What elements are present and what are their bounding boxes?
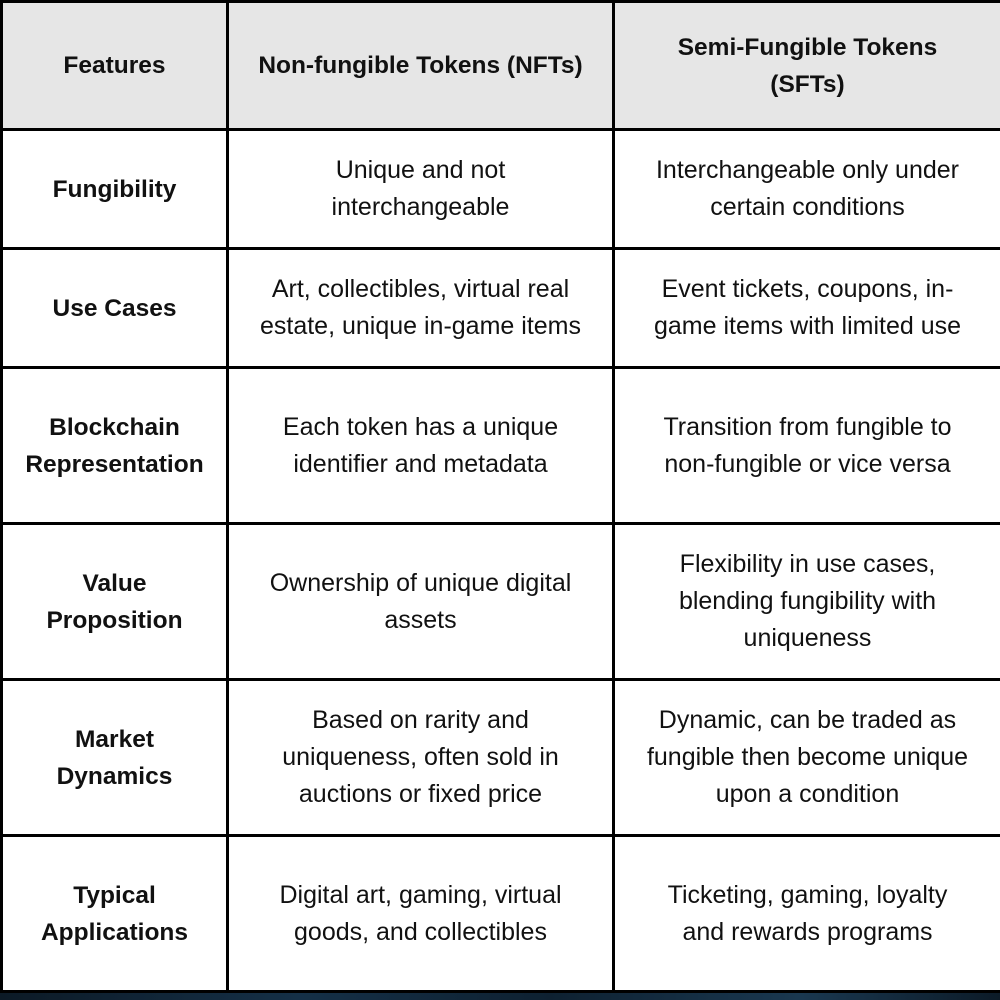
cell-text-line: Fungibility	[52, 175, 177, 203]
table-row-fungibility: Fungibility Unique and not interchangeabl…	[0, 128, 1000, 250]
sft-cell: Event tickets, coupons, in-game items wi…	[612, 247, 1000, 369]
header-nfts: Non-fungible Tokens (NFTs)	[226, 0, 615, 131]
cell-text-line: Ownership of unique digital	[269, 568, 572, 597]
feature-cell: Use Cases	[0, 247, 229, 369]
feature-cell: Typical Applications	[0, 834, 229, 993]
comparison-table-container: Features Non-fungible Tokens (NFTs) Semi…	[0, 0, 1000, 993]
table-row-typical-applications: Typical Applications Digital art, gaming,…	[0, 834, 1000, 993]
cell-text-line: uniqueness, often sold in	[282, 743, 559, 771]
cell-text-line: Ticketing, gaming, loyalty	[667, 880, 948, 909]
nft-cell: Unique and not interchangeable	[226, 128, 615, 250]
cell-text-line: Unique and not	[335, 156, 506, 184]
cell-text-line: Dynamic, can be traded as	[658, 706, 957, 734]
sft-cell: Transition from fungible to non-fungible …	[612, 366, 1000, 525]
cell-text-line: Non-fungible Tokens (NFTs)	[258, 52, 583, 79]
nft-cell: Digital art, gaming, virtual goods, and c…	[226, 834, 615, 993]
cell-text-line: Transition from fungible to	[663, 412, 952, 441]
cell-text-line: Applications	[40, 918, 188, 946]
sft-cell: Interchangeable only under certain condit…	[612, 128, 1000, 250]
header-features: Features	[0, 0, 229, 131]
cell-text-line: and rewards programs	[682, 917, 933, 946]
cell-text-line: upon a condition	[715, 780, 900, 808]
cell-text-line: Based on rarity and	[312, 706, 529, 734]
cell-text-line: identifier and metadata	[293, 449, 548, 478]
cell-text-line: Event tickets, coupons, in-	[661, 275, 954, 303]
cell-text-line: Dynamics	[56, 762, 173, 790]
cell-text-line: Art, collectibles, virtual real	[271, 275, 570, 303]
cell-text-line: auctions or fixed price	[298, 780, 543, 808]
cell-text-line: Market	[75, 725, 154, 753]
cell-text-line: estate, unique in-game items	[259, 312, 581, 340]
cell-text-line: Proposition	[46, 606, 183, 634]
cell-text-line: Blockchain	[49, 413, 180, 441]
cell-text-line: fungible then become unique	[646, 743, 969, 771]
feature-cell: Blockchain Representation	[0, 366, 229, 525]
feature-cell: Market Dynamics	[0, 678, 229, 837]
cell-text-line: uniqueness	[743, 624, 872, 652]
sft-cell: Dynamic, can be traded as fungible then b…	[612, 678, 1000, 837]
table-row-use-cases: Use Cases Art, collectibles, virtual rea…	[0, 247, 1000, 369]
cell-text-line: non-fungible or vice versa	[664, 449, 951, 478]
cell-text-line: goods, and collectibles	[294, 917, 547, 946]
table-row-value-proposition: Value Proposition Ownership of unique dig…	[0, 522, 1000, 681]
cell-text-line: interchangeable	[331, 193, 510, 221]
cell-text-line: Representation	[25, 450, 204, 478]
cell-text-line: Use Cases	[52, 294, 177, 322]
header-sfts: Semi-Fungible Tokens (SFTs)	[612, 0, 1000, 131]
cell-text-line: Digital art, gaming, virtual	[279, 880, 562, 909]
nft-cell: Each token has a unique identifier and me…	[226, 366, 615, 525]
table-row-market-dynamics: Market Dynamics Based on rarity and unique…	[0, 678, 1000, 837]
sft-cell: Ticketing, gaming, loyalty and rewards pr…	[612, 834, 1000, 993]
feature-cell: Fungibility	[0, 128, 229, 250]
cell-text-line: certain conditions	[710, 193, 905, 221]
nft-cell: Ownership of unique digital assets	[226, 522, 615, 681]
cell-text-line: Typical	[73, 881, 156, 909]
nft-cell: Based on rarity and uniqueness, often sol…	[226, 678, 615, 837]
table-row-blockchain-representation: Blockchain Representation Each token has …	[0, 366, 1000, 525]
cell-text-line: Interchangeable only under	[655, 156, 959, 184]
cell-text-line: Features	[63, 52, 166, 79]
cell-text-line: Each token has a unique	[282, 412, 559, 441]
header-row: Features Non-fungible Tokens (NFTs) Semi…	[0, 0, 1000, 131]
cell-text-line: Value	[82, 569, 147, 597]
nft-vs-sft-comparison-table: Features Non-fungible Tokens (NFTs) Semi…	[0, 0, 1000, 993]
cell-text-line: Flexibility in use cases,	[679, 550, 936, 578]
cell-text-line: blending fungibility with	[678, 587, 937, 615]
feature-cell: Value Proposition	[0, 522, 229, 681]
sft-cell: Flexibility in use cases, blending fungib…	[612, 522, 1000, 681]
cell-text-line: Semi-Fungible Tokens	[677, 33, 938, 61]
cell-text-line: assets	[384, 605, 457, 634]
cell-text-line: (SFTs)	[770, 70, 845, 98]
cell-text-line: game items with limited use	[653, 312, 962, 340]
nft-cell: Art, collectibles, virtual real estate, u…	[226, 247, 615, 369]
